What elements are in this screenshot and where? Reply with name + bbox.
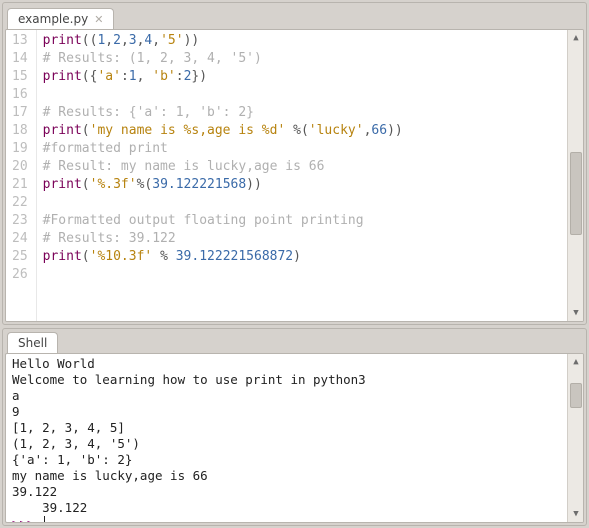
- editor-gutter: 13 14 15 16 17 18 19 20 21 22 23 24 25 2…: [6, 30, 37, 321]
- code-line[interactable]: print('my name is %s,age is %d' %('lucky…: [43, 122, 561, 140]
- code-line[interactable]: print('%10.3f' % 39.122221568872): [43, 248, 561, 266]
- shell-line: my name is lucky,age is 66: [12, 468, 561, 484]
- shell-line: Welcome to learning how to use print in …: [12, 372, 561, 388]
- editor-pane: example.py ✕ 13 14 15 16 17 18 19 20 21 …: [2, 2, 587, 325]
- code-line[interactable]: print({'a':1, 'b':2}): [43, 68, 561, 86]
- editor-frame: 13 14 15 16 17 18 19 20 21 22 23 24 25 2…: [5, 29, 584, 322]
- shell-prompt: >>>: [12, 516, 42, 522]
- editor-scrollbar[interactable]: ▲ ▼: [567, 30, 583, 321]
- code-line[interactable]: # Result: my name is lucky,age is 66: [43, 158, 561, 176]
- shell-frame: Hello WorldWelcome to learning how to us…: [5, 353, 584, 523]
- shell-tabstrip: Shell: [3, 329, 586, 353]
- editor-scroll-thumb[interactable]: [570, 152, 582, 235]
- code-line[interactable]: [43, 86, 561, 104]
- code-line[interactable]: [43, 194, 561, 212]
- shell-output[interactable]: Hello WorldWelcome to learning how to us…: [6, 354, 567, 522]
- shell-tab-label: Shell: [18, 336, 47, 350]
- shell-body[interactable]: Hello WorldWelcome to learning how to us…: [6, 354, 583, 522]
- shell-prompt-line[interactable]: >>>: [12, 516, 561, 522]
- close-icon[interactable]: ✕: [94, 14, 103, 25]
- caret-icon: [44, 516, 45, 522]
- code-line[interactable]: print('%.3f'%(39.122221568)): [43, 176, 561, 194]
- code-line[interactable]: [43, 266, 561, 284]
- shell-scrollbar[interactable]: ▲ ▼: [567, 354, 583, 522]
- shell-line: [1, 2, 3, 4, 5]: [12, 420, 561, 436]
- shell-line: 39.122: [12, 500, 561, 516]
- code-line[interactable]: print((1,2,3,4,'5')): [43, 32, 561, 50]
- editor-tab-example[interactable]: example.py ✕: [7, 8, 114, 30]
- shell-tab[interactable]: Shell: [7, 332, 58, 354]
- code-line[interactable]: #Formatted output floating point printin…: [43, 212, 561, 230]
- code-line[interactable]: # Results: (1, 2, 3, 4, '5'): [43, 50, 561, 68]
- editor-code[interactable]: print((1,2,3,4,'5'))# Results: (1, 2, 3,…: [37, 30, 567, 321]
- shell-line: 39.122: [12, 484, 561, 500]
- ide-root: example.py ✕ 13 14 15 16 17 18 19 20 21 …: [0, 0, 589, 528]
- code-line[interactable]: # Results: {'a': 1, 'b': 2}: [43, 104, 561, 122]
- shell-scroll-thumb[interactable]: [570, 383, 582, 407]
- shell-line: (1, 2, 3, 4, '5'): [12, 436, 561, 452]
- shell-pane: Shell Hello WorldWelcome to learning how…: [2, 328, 587, 526]
- code-line[interactable]: #formatted print: [43, 140, 561, 158]
- shell-line: {'a': 1, 'b': 2}: [12, 452, 561, 468]
- editor-tabstrip: example.py ✕: [3, 3, 586, 29]
- editor-body[interactable]: 13 14 15 16 17 18 19 20 21 22 23 24 25 2…: [6, 30, 583, 321]
- scroll-down-icon[interactable]: ▼: [568, 305, 583, 321]
- scroll-down-icon[interactable]: ▼: [568, 506, 583, 522]
- scroll-up-icon[interactable]: ▲: [568, 30, 583, 46]
- scroll-up-icon[interactable]: ▲: [568, 354, 583, 370]
- shell-line: 9: [12, 404, 561, 420]
- editor-tab-label: example.py: [18, 12, 88, 26]
- code-line[interactable]: # Results: 39.122: [43, 230, 561, 248]
- shell-line: Hello World: [12, 356, 561, 372]
- shell-line: a: [12, 388, 561, 404]
